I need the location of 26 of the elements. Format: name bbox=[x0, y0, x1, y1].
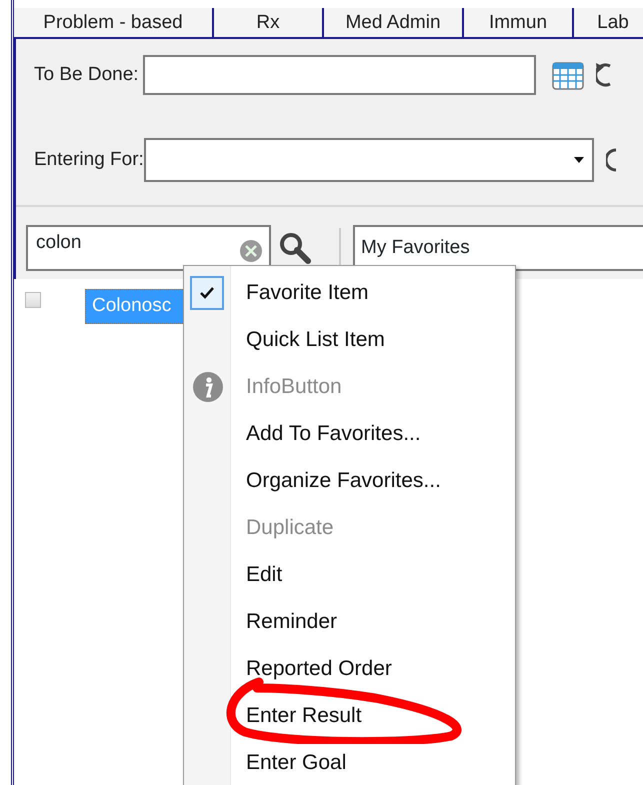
menu-item[interactable]: Edit bbox=[246, 562, 282, 586]
menu-item[interactable]: Reminder bbox=[246, 610, 338, 634]
menu-item[interactable]: Enter Goal bbox=[246, 750, 346, 774]
check-icon bbox=[190, 276, 224, 310]
date-field[interactable] bbox=[142, 55, 536, 95]
list-dropdown[interactable]: My Favorites bbox=[353, 225, 643, 271]
checkbox[interactable] bbox=[25, 292, 41, 308]
search-icon[interactable] bbox=[279, 232, 311, 264]
field-label: To Be Done: bbox=[34, 62, 139, 87]
caret-icon bbox=[574, 157, 584, 163]
menu-item[interactable]: Add To Favorites... bbox=[246, 422, 421, 446]
clear-icon[interactable] bbox=[239, 239, 263, 263]
refresh-icon[interactable] bbox=[606, 146, 616, 174]
field-label: Entering For: bbox=[34, 148, 144, 172]
dropdown-field[interactable] bbox=[144, 138, 594, 182]
refresh-icon[interactable] bbox=[596, 61, 612, 89]
search-text: colon bbox=[36, 231, 82, 255]
calendar-icon[interactable] bbox=[552, 60, 584, 90]
menu-item[interactable]: Quick List Item bbox=[246, 328, 385, 352]
menu-item[interactable]: Favorite Item bbox=[246, 280, 369, 304]
search-field[interactable]: colon bbox=[26, 225, 271, 271]
dropdown-value: My Favorites bbox=[361, 236, 470, 260]
info-icon bbox=[192, 370, 224, 402]
menu-item[interactable]: Enter Result bbox=[246, 704, 362, 728]
menu-item[interactable]: Organize Favorites... bbox=[246, 468, 441, 492]
menu-item[interactable]: Reported Order bbox=[246, 656, 392, 680]
